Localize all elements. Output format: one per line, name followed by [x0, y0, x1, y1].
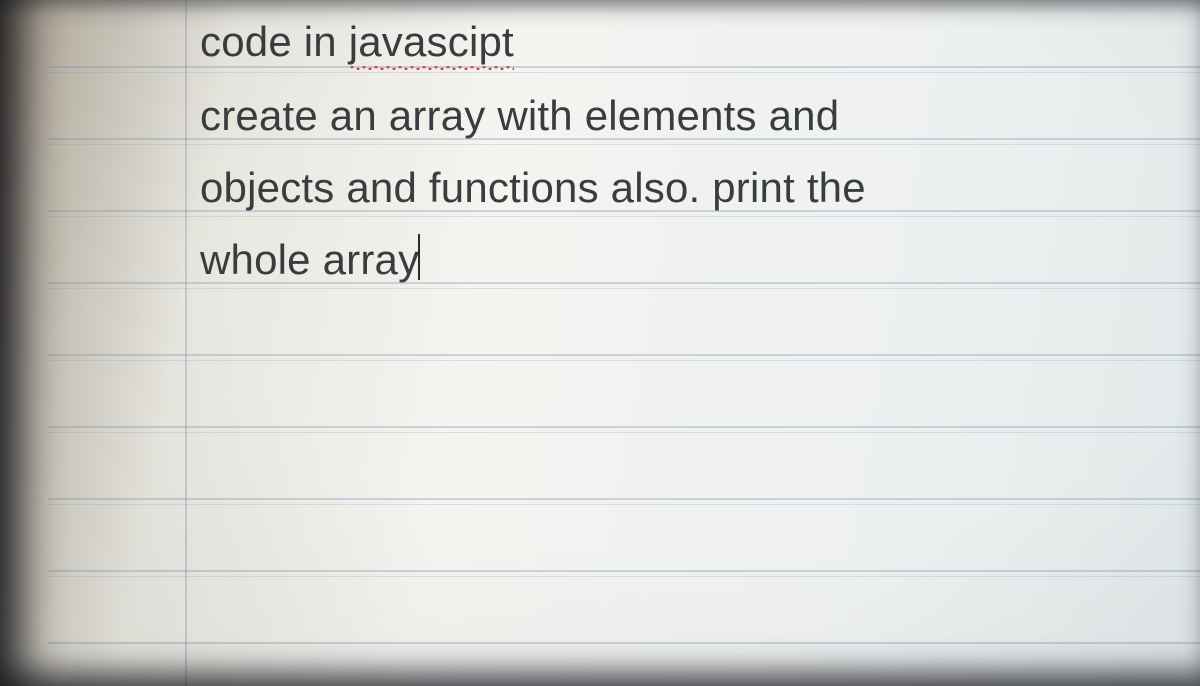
ruled-line: [48, 72, 1200, 73]
document-page: code in javascipt create an array with e…: [0, 0, 1200, 686]
ruled-line: [48, 576, 1200, 577]
ruled-line: [48, 354, 1200, 356]
ruled-line: [48, 426, 1200, 428]
ruled-line: [48, 570, 1200, 572]
document-line-1[interactable]: code in javascipt: [200, 18, 514, 66]
ruled-line: [48, 66, 1200, 68]
ruled-paper-margin: [185, 0, 187, 686]
ruled-line: [48, 144, 1200, 145]
ruled-line: [48, 360, 1200, 361]
ruled-line: [48, 432, 1200, 433]
document-line-4[interactable]: whole array: [200, 236, 419, 284]
text-caret: [418, 234, 420, 280]
misspelled-word: javascipt: [349, 18, 514, 66]
ruled-line: [48, 498, 1200, 500]
ruled-line: [48, 504, 1200, 505]
document-line-3[interactable]: objects and functions also. print the: [200, 164, 866, 212]
window-chrome-strip: [0, 0, 1200, 14]
text-run: code in: [200, 18, 349, 65]
ruled-line: [48, 288, 1200, 289]
document-line-2[interactable]: create an array with elements and: [200, 92, 839, 140]
ruled-line: [48, 216, 1200, 217]
ruled-line: [48, 642, 1200, 644]
